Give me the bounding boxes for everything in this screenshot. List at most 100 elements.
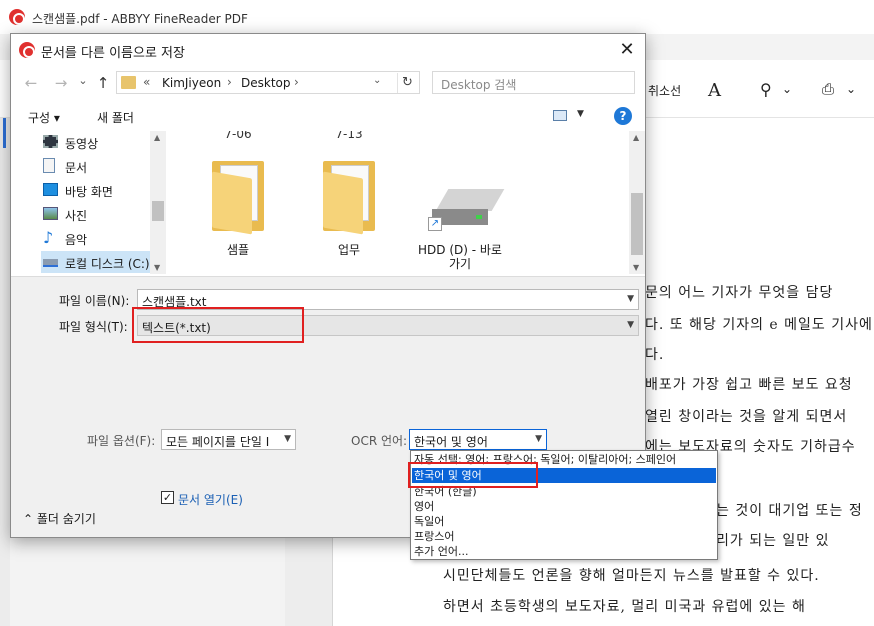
file-list-pane: 7-06 샘플 7-13 업무 ↗ HDD (D) - 바로 가기 — [168, 131, 645, 274]
open-document-checkbox[interactable]: ✓ — [161, 491, 174, 504]
left-side-strip — [0, 118, 10, 626]
breadcrumb-desktop[interactable]: Desktop — [241, 76, 291, 90]
tree-item-label: 바탕 화면 — [65, 185, 113, 199]
ocr-language-select[interactable]: 한국어 및 영어 ▼ — [409, 429, 547, 450]
help-icon[interactable]: ? — [614, 107, 632, 125]
document-line: 배포가 가장 쉽고 빠른 보도 요청 — [645, 377, 853, 393]
app-titlebar: 스캔샘플.pdf - ABBYY FineReader PDF — [0, 0, 874, 34]
search-input[interactable]: Desktop 검색 — [432, 71, 635, 94]
breadcrumb-separator[interactable]: › — [227, 75, 232, 89]
tree-item-videos[interactable]: 동영상 — [41, 131, 166, 153]
document-icon — [43, 158, 55, 173]
search-placeholder: Desktop 검색 — [441, 78, 517, 92]
strikethrough-button[interactable]: 취소선 — [648, 82, 681, 99]
organize-button[interactable]: 구성 ▾ — [28, 109, 60, 126]
ocr-language-label: OCR 언어: — [351, 434, 408, 448]
app-title: 스캔샘플.pdf - ABBYY FineReader PDF — [32, 12, 248, 26]
chevron-down-icon[interactable]: ▼ — [627, 320, 634, 330]
local-disk-icon — [43, 259, 58, 267]
hard-drive-icon: ↗ — [428, 189, 505, 231]
new-folder-button[interactable]: 새 폴더 — [97, 109, 134, 126]
back-arrow-icon[interactable]: ← — [21, 74, 41, 92]
breadcrumb-kimjiyeon[interactable]: KimJiyeon — [162, 76, 221, 90]
sign-icon[interactable]: ⎙ — [822, 80, 834, 98]
up-arrow-icon[interactable]: ↑ — [93, 74, 113, 92]
ocr-option-more-languages[interactable]: 추가 언어... — [412, 544, 716, 559]
document-line: 리가 되는 일만 있 — [716, 533, 830, 549]
tree-item-desktop[interactable]: 바탕 화면 — [41, 179, 166, 201]
ocr-option-french[interactable]: 프랑스어 — [412, 529, 716, 544]
video-icon — [43, 135, 58, 148]
command-bar: 구성 ▾ 새 폴더 ▼ ? — [11, 101, 645, 131]
tree-item-label: 음악 — [65, 233, 88, 247]
open-document-label[interactable]: 문서 열기(E) — [178, 491, 243, 508]
ocr-language-value: 한국어 및 영어 — [414, 435, 488, 449]
folder-icon — [121, 76, 136, 89]
dialog-title: 문서를 다른 이름으로 저장 — [41, 46, 185, 61]
folder-icon — [323, 161, 375, 235]
pictures-icon — [43, 207, 58, 220]
chevron-down-icon[interactable]: ▼ — [284, 434, 291, 444]
file-item-label: HDD (D) - 바로 가기 — [418, 243, 502, 271]
recent-locations-icon[interactable]: ⌄ — [73, 74, 93, 92]
file-item-drive-shortcut[interactable]: ↗ HDD (D) - 바로 가기 — [412, 131, 508, 274]
finereader-logo-icon — [9, 9, 25, 25]
document-line: 하면서 초등학생의 보도자료, 멀리 미국과 유럽에 있는 해 — [443, 599, 806, 615]
file-options-value: 모든 페이지를 단일 I — [166, 435, 270, 449]
file-item-label: 샘플 — [226, 243, 250, 257]
navigation-bar: ← → ⌄ ↑ « KimJiyeon › Desktop › ⌄ ↻ Desk… — [11, 66, 645, 100]
filetype-label: 파일 형식(T): — [59, 320, 128, 334]
ocr-option-english[interactable]: 영어 — [412, 499, 716, 514]
document-line: 문의 어느 기자가 무엇을 담당 — [645, 285, 834, 301]
address-bar[interactable]: « KimJiyeon › Desktop › ⌄ ↻ — [116, 71, 420, 94]
document-line: 는 것이 대기업 또는 정 — [716, 503, 863, 519]
filename-label: 파일 이름(N): — [59, 294, 130, 308]
address-overflow-chevron[interactable]: « — [143, 75, 150, 89]
breadcrumb-separator[interactable]: › — [294, 75, 299, 89]
tree-item-label: 사진 — [65, 209, 88, 223]
desktop-icon — [43, 183, 58, 196]
finereader-logo-icon — [19, 42, 35, 58]
highlight-box — [132, 307, 304, 343]
view-options-arrow[interactable]: ▼ — [577, 109, 584, 119]
tree-item-label: 동영상 — [65, 137, 99, 151]
view-options-icon[interactable] — [553, 110, 567, 121]
stamp-icon[interactable]: ⚲ — [760, 80, 772, 99]
tree-item-label: 로컬 디스크 (C:) — [65, 257, 150, 271]
hide-folders-button[interactable]: ⌃ 폴더 숨기기 — [23, 510, 96, 527]
sign-dropdown-arrow[interactable]: ⌄ — [846, 82, 856, 96]
document-line: 열린 창이라는 것을 알게 되면서 — [645, 409, 848, 425]
file-list-scrollbar[interactable]: ▲ ▼ — [629, 131, 645, 274]
file-item-label: 7-06 — [224, 131, 252, 141]
text-tool-icon[interactable]: A — [708, 80, 721, 101]
chevron-down-icon[interactable]: ▼ — [627, 294, 634, 304]
music-icon: ♪ — [43, 228, 54, 247]
refresh-icon[interactable]: ↻ — [397, 73, 417, 93]
shortcut-arrow-icon: ↗ — [428, 217, 442, 231]
tree-item-local-disk[interactable]: 로컬 디스크 (C:) — [41, 251, 166, 273]
navigation-scrollbar[interactable]: ▲ ▼ — [150, 131, 166, 274]
document-line: 다. 또 해당 기자의 e 메일도 기사에 — [645, 317, 873, 333]
file-options-label: 파일 옵션(F): — [87, 434, 156, 448]
file-options-select[interactable]: 모든 페이지를 단일 I ▼ — [161, 429, 296, 450]
dialog-title-bar[interactable]: 문서를 다른 이름으로 저장 ✕ — [11, 34, 645, 66]
chevron-down-icon[interactable]: ▼ — [535, 434, 542, 444]
document-line: 다. — [645, 347, 665, 363]
folder-icon — [212, 161, 264, 235]
file-item-label: 7-13 — [335, 131, 363, 141]
document-line: 시민단체들도 언론을 향해 얼마든지 뉴스를 발표할 수 있다. — [443, 568, 820, 584]
tree-item-music[interactable]: ♪ 음악 — [41, 227, 166, 249]
stamp-dropdown-arrow[interactable]: ⌄ — [782, 82, 792, 96]
tree-item-label: 문서 — [65, 161, 88, 175]
file-item-folder[interactable]: 7-13 업무 — [301, 131, 397, 274]
ocr-option-german[interactable]: 독일어 — [412, 514, 716, 529]
close-icon[interactable]: ✕ — [615, 38, 639, 62]
file-item-folder[interactable]: 7-06 샘플 — [190, 131, 286, 274]
highlight-box — [408, 462, 538, 488]
forward-arrow-icon[interactable]: → — [51, 74, 71, 92]
navigation-pane: 동영상 문서 바탕 화면 사진 ♪ 음악 로컬 디스크 (C:) — [11, 131, 166, 274]
tree-item-documents[interactable]: 문서 — [41, 155, 166, 177]
file-item-label: 업무 — [337, 243, 361, 257]
address-dropdown-icon[interactable]: ⌄ — [373, 75, 387, 86]
tree-item-pictures[interactable]: 사진 — [41, 203, 166, 225]
